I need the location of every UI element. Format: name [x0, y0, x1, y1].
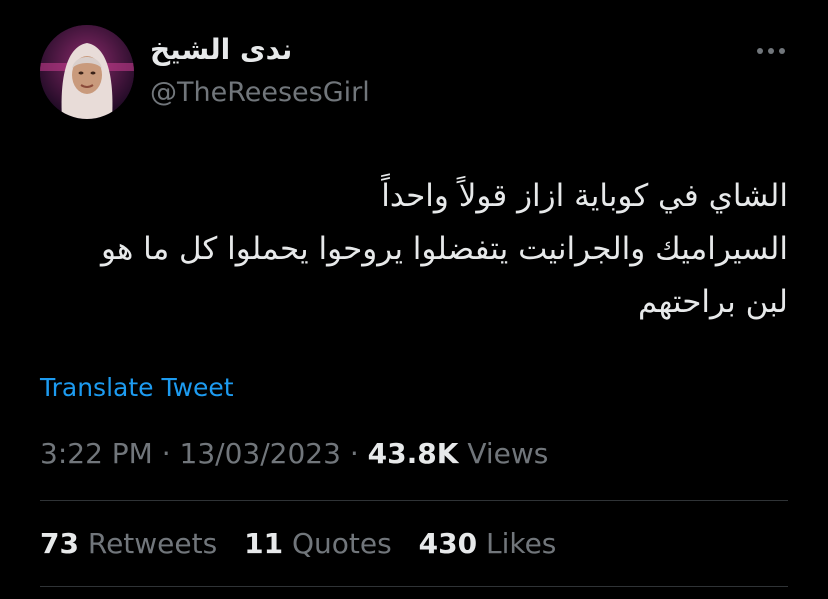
divider: [40, 586, 788, 587]
tweet-date[interactable]: 13/03/2023: [180, 437, 341, 470]
quotes-label: Quotes: [291, 527, 392, 560]
author-display-name[interactable]: ندى الشيخ: [150, 30, 450, 70]
tweet-line: لبن براحتهم: [637, 284, 788, 320]
author-handle[interactable]: @TheReesesGirl: [150, 76, 370, 110]
tweet-line: السيراميك والجرانيت يتفضلوا يروحوا يحملو…: [100, 231, 788, 267]
avatar[interactable]: [40, 25, 134, 119]
separator: ·: [349, 437, 359, 470]
tweet-text: الشاي في كوباية ازاز قولاً واحداً السيرا…: [40, 170, 788, 329]
tweet-metadata: 3:22 PM · 13/03/2023 · 43.8K Views: [40, 434, 548, 474]
retweets-count: 73: [40, 527, 79, 560]
likes-count: 430: [418, 527, 478, 560]
views-label: Views: [467, 437, 549, 470]
user-avatar-image: [40, 25, 134, 119]
likes-stat[interactable]: 430 Likes: [419, 524, 557, 564]
quotes-count: 11: [244, 527, 284, 560]
views-count: 43.8K: [367, 437, 459, 470]
separator: ·: [161, 437, 171, 470]
tweet-line: الشاي في كوباية ازاز قولاً واحداً: [381, 178, 788, 214]
retweets-label: Retweets: [87, 527, 218, 560]
more-options-icon[interactable]: [754, 34, 788, 68]
likes-label: Likes: [485, 527, 557, 560]
translate-tweet-link[interactable]: Translate Tweet: [40, 370, 234, 406]
quotes-stat[interactable]: 11 Quotes: [244, 524, 392, 564]
tweet-time[interactable]: 3:22 PM: [40, 437, 153, 470]
divider: [40, 500, 788, 501]
retweets-stat[interactable]: 73 Retweets: [40, 524, 217, 564]
engagement-stats: 73 Retweets 11 Quotes 430 Likes: [40, 524, 574, 564]
